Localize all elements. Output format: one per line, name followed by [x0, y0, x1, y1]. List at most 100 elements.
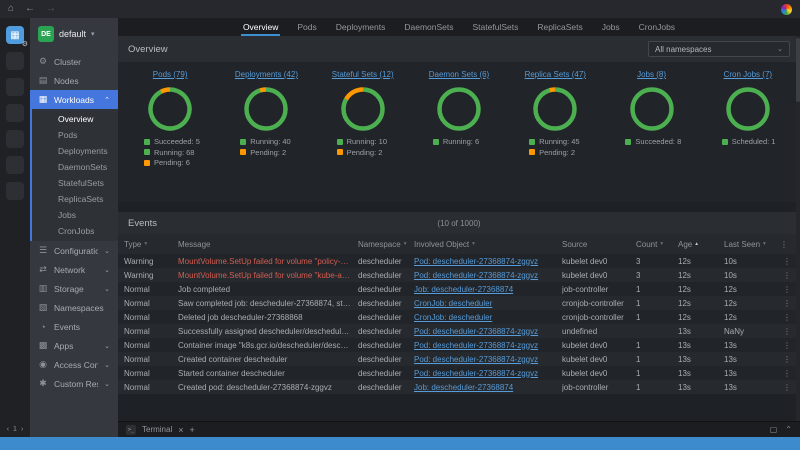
forward-icon[interactable]: → — [46, 4, 56, 14]
row-menu-icon[interactable]: ⋮ — [780, 355, 794, 364]
cluster-tile[interactable] — [6, 104, 24, 122]
rail-page-number: 1 — [13, 426, 17, 433]
involved-object-link[interactable]: Pod: descheduler-27368874-zggvz — [414, 369, 538, 378]
table-row[interactable]: Normal Created container descheduler desch… — [118, 352, 800, 366]
sidebar-subitem-daemonsets[interactable]: DaemonSets — [32, 159, 118, 175]
sidebar-subitem-deployments[interactable]: Deployments — [32, 143, 118, 159]
sidebar-subitem-replicasets[interactable]: ReplicaSets — [32, 191, 118, 207]
tab-deployments[interactable]: Deployments — [334, 22, 388, 37]
column-header-age[interactable]: Age ▴ — [678, 240, 724, 249]
cluster-tile[interactable] — [6, 52, 24, 70]
tab-jobs[interactable]: Jobs — [600, 22, 622, 37]
involved-object-link[interactable]: Pod: descheduler-27368874-zggvz — [414, 341, 538, 350]
column-menu-icon[interactable]: ⋮ — [780, 240, 794, 249]
column-header-label: Type — [124, 239, 142, 249]
expand-terminal-icon[interactable]: ▢ — [770, 425, 778, 434]
column-header-message[interactable]: Message — [178, 240, 358, 249]
workload-chart-link[interactable]: Daemon Sets (6) — [429, 70, 489, 79]
sidebar-subitem-statefulsets[interactable]: StatefulSets — [32, 175, 118, 191]
cluster-tile[interactable] — [6, 182, 24, 200]
workload-chart-link[interactable]: Cron Jobs (7) — [724, 70, 772, 79]
sidebar-subitem-cronjobs[interactable]: CronJobs — [32, 223, 118, 239]
event-age: 12s — [678, 256, 691, 266]
table-row[interactable]: Normal Created pod: descheduler-27368874-… — [118, 380, 800, 394]
sidebar-item-label: Namespaces — [54, 302, 104, 313]
tab-cronjobs[interactable]: CronJobs — [637, 22, 677, 37]
sidebar-item-namespaces[interactable]: ▧ Namespaces — [30, 298, 118, 317]
collapse-terminal-icon[interactable]: ⌃ — [785, 425, 792, 434]
sidebar-item-network[interactable]: ⇄ Network ⌄ — [30, 260, 118, 279]
column-header-source[interactable]: Source — [562, 240, 636, 249]
tab-replicasets[interactable]: ReplicaSets — [535, 22, 584, 37]
event-count: 1 — [636, 354, 641, 364]
sidebar-subitem-jobs[interactable]: Jobs — [32, 207, 118, 223]
tab-daemonsets[interactable]: DaemonSets — [402, 22, 455, 37]
cluster-tile[interactable] — [6, 78, 24, 96]
home-icon[interactable]: ⌂ — [8, 4, 14, 14]
sidebar-item-nodes[interactable]: ▤ Nodes — [30, 71, 118, 90]
row-menu-icon[interactable]: ⋮ — [780, 383, 794, 392]
row-menu-icon[interactable]: ⋮ — [780, 257, 794, 266]
involved-object-link[interactable]: Job: descheduler-27368874 — [414, 285, 513, 294]
involved-object-link[interactable]: Pod: descheduler-27368874-zggvz — [414, 257, 538, 266]
tab-statefulsets[interactable]: StatefulSets — [471, 22, 521, 37]
workload-chart-link[interactable]: Replica Sets (47) — [525, 70, 586, 79]
involved-object-link[interactable]: Pod: descheduler-27368874-zggvz — [414, 327, 538, 336]
row-menu-icon[interactable]: ⋮ — [780, 327, 794, 336]
row-menu-icon[interactable]: ⋮ — [780, 285, 794, 294]
sidebar-item-configuration[interactable]: ☰ Configuration ⌄ — [30, 241, 118, 260]
column-header-last-seen[interactable]: Last Seen ▾ — [724, 240, 780, 249]
table-row[interactable]: Warning MountVolume.SetUp failed for volu… — [118, 254, 800, 268]
workload-chart-link[interactable]: Jobs (8) — [637, 70, 666, 79]
involved-object-link[interactable]: Job: descheduler-27368874 — [414, 383, 513, 392]
cluster-tile[interactable] — [6, 130, 24, 148]
next-page-icon[interactable]: › — [21, 426, 23, 433]
sidebar-subitem-pods[interactable]: Pods — [32, 127, 118, 143]
namespace-select[interactable]: All namespaces ⌄ — [648, 41, 790, 57]
table-row[interactable]: Normal Saw completed job: descheduler-273… — [118, 296, 800, 310]
scrollbar-thumb[interactable] — [796, 38, 800, 102]
row-menu-icon[interactable]: ⋮ — [780, 299, 794, 308]
sidebar-item-access-control[interactable]: ◉ Access Control ⌄ — [30, 355, 118, 374]
sidebar-subitem-overview[interactable]: Overview — [32, 111, 118, 127]
tab-pods[interactable]: Pods — [295, 22, 318, 37]
sidebar-item-custom-resources[interactable]: ✱ Custom Resources ⌄ — [30, 374, 118, 393]
row-menu-icon[interactable]: ⋮ — [780, 341, 794, 350]
involved-object-link[interactable]: CronJob: descheduler — [414, 313, 492, 322]
involved-object-link[interactable]: Pod: descheduler-27368874-zggvz — [414, 355, 538, 364]
prev-page-icon[interactable]: ‹ — [7, 426, 9, 433]
table-row[interactable]: Normal Container image "k8s.gcr.io/desche… — [118, 338, 800, 352]
table-row[interactable]: Warning MountVolume.SetUp failed for volu… — [118, 268, 800, 282]
sidebar-item-workloads[interactable]: ▦ Workloads ⌃ — [30, 90, 118, 109]
terminal-tab-label[interactable]: Terminal — [142, 425, 172, 434]
involved-object-link[interactable]: CronJob: descheduler — [414, 299, 492, 308]
workload-chart-link[interactable]: Stateful Sets (12) — [332, 70, 394, 79]
column-header-involved-object[interactable]: Involved Object ▾ — [414, 240, 562, 249]
sidebar-item-events[interactable]: ◔ Events — [30, 317, 118, 336]
close-icon[interactable]: × — [178, 425, 183, 435]
table-row[interactable]: Normal Deleted job descheduler-27368868 de… — [118, 310, 800, 324]
row-menu-icon[interactable]: ⋮ — [780, 313, 794, 322]
table-row[interactable]: Normal Started container descheduler desch… — [118, 366, 800, 380]
active-cluster-icon[interactable]: ▦ ⚙ — [6, 26, 28, 48]
workload-chart-link[interactable]: Pods (79) — [153, 70, 188, 79]
new-terminal-icon[interactable]: + — [190, 425, 195, 435]
table-row[interactable]: Normal Successfully assigned descheduler/… — [118, 324, 800, 338]
column-header-namespace[interactable]: Namespace ▾ — [358, 240, 414, 249]
cluster-tile[interactable] — [6, 156, 24, 174]
back-icon[interactable]: ← — [25, 4, 35, 14]
user-avatar[interactable] — [781, 3, 792, 15]
sidebar-item-storage[interactable]: ▥ Storage ⌄ — [30, 279, 118, 298]
sidebar-item-cluster[interactable]: ⚙ Cluster — [30, 52, 118, 71]
column-header-count[interactable]: Count ▾ — [636, 240, 678, 249]
table-row[interactable]: Normal Job completed descheduler Job: desch… — [118, 282, 800, 296]
involved-object-link[interactable]: Pod: descheduler-27368874-zggvz — [414, 271, 538, 280]
tab-overview[interactable]: Overview — [240, 22, 281, 36]
row-menu-icon[interactable]: ⋮ — [780, 271, 794, 280]
column-header-type[interactable]: Type ▾ — [124, 240, 178, 249]
row-menu-icon[interactable]: ⋮ — [780, 369, 794, 378]
workload-chart-link[interactable]: Deployments (42) — [235, 70, 298, 79]
cluster-selector[interactable]: DE default ▾ — [30, 18, 118, 52]
sidebar-item-apps[interactable]: ▩ Apps ⌄ — [30, 336, 118, 355]
scrollbar[interactable] — [796, 36, 800, 421]
